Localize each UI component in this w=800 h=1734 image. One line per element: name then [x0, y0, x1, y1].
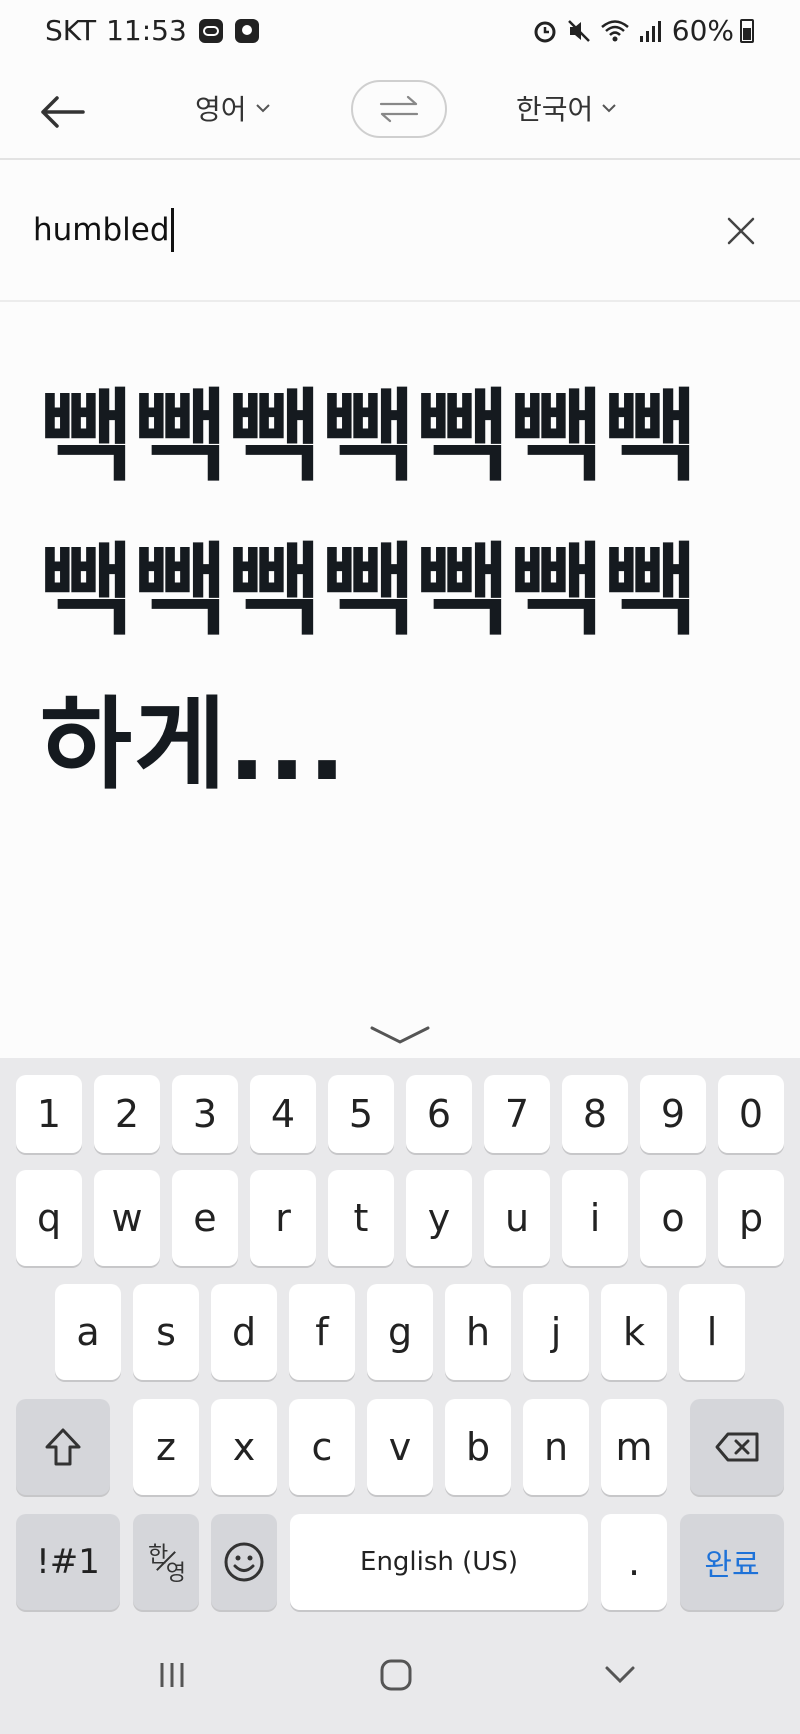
- clear-input-button[interactable]: [720, 210, 762, 252]
- battery-percent: 60%: [671, 14, 734, 47]
- source-language-selector[interactable]: 영어: [195, 88, 271, 128]
- emoji-icon: [224, 1542, 264, 1582]
- key-j[interactable]: j: [523, 1284, 589, 1380]
- alarm-icon: [534, 21, 556, 42]
- symbols-key[interactable]: !#1: [16, 1514, 120, 1610]
- backspace-key[interactable]: [690, 1399, 784, 1495]
- keyboard: 1 2 3 4 5 6 7 8 9 0 q w e r t y u i o p …: [0, 1058, 800, 1615]
- backspace-icon: [715, 1432, 759, 1462]
- status-left: SKT 11:53: [45, 14, 259, 47]
- key-g[interactable]: g: [367, 1284, 433, 1380]
- key-n[interactable]: n: [523, 1399, 589, 1495]
- target-language-label: 한국어: [516, 93, 594, 126]
- key-f[interactable]: f: [289, 1284, 355, 1380]
- key-2[interactable]: 2: [94, 1075, 160, 1153]
- done-key[interactable]: 완료: [680, 1514, 784, 1610]
- chevron-down-icon: [602, 104, 616, 113]
- status-bar: SKT 11:53 60%: [0, 0, 800, 64]
- period-key[interactable]: .: [601, 1514, 667, 1610]
- han-young-label: 한 영: [146, 1537, 186, 1587]
- key-m[interactable]: m: [601, 1399, 667, 1495]
- recent-apps-button[interactable]: [142, 1650, 202, 1700]
- key-w[interactable]: w: [94, 1170, 160, 1266]
- target-language-selector[interactable]: 한국어: [516, 88, 617, 128]
- home-button[interactable]: [366, 1650, 426, 1700]
- shift-icon: [45, 1428, 81, 1466]
- shift-key[interactable]: [16, 1399, 110, 1495]
- key-7[interactable]: 7: [484, 1075, 550, 1153]
- recent-apps-icon: [160, 1663, 184, 1687]
- space-key[interactable]: English (US): [290, 1514, 588, 1610]
- emoji-key[interactable]: [211, 1514, 277, 1610]
- key-0[interactable]: 0: [718, 1075, 784, 1153]
- key-u[interactable]: u: [484, 1170, 550, 1266]
- voicemail-icon: [198, 18, 223, 43]
- key-z[interactable]: z: [133, 1399, 199, 1495]
- key-d[interactable]: d: [211, 1284, 277, 1380]
- close-icon: [727, 217, 755, 245]
- key-5[interactable]: 5: [328, 1075, 394, 1153]
- home-icon: [380, 1659, 412, 1691]
- key-h[interactable]: h: [445, 1284, 511, 1380]
- back-nav-button[interactable]: [590, 1650, 650, 1700]
- chevron-down-icon: [255, 104, 270, 113]
- collapse-keyboard-button[interactable]: [368, 1020, 432, 1050]
- signal-icon: [639, 20, 661, 42]
- key-s[interactable]: s: [133, 1284, 199, 1380]
- source-language-label: 영어: [195, 93, 247, 126]
- han-young-toggle-key[interactable]: 한 영: [133, 1514, 199, 1610]
- key-t[interactable]: t: [328, 1170, 394, 1266]
- key-l[interactable]: l: [679, 1284, 745, 1380]
- source-text-value: humbled: [33, 212, 170, 248]
- key-v[interactable]: v: [367, 1399, 433, 1495]
- key-9[interactable]: 9: [640, 1075, 706, 1153]
- swap-icon: [379, 95, 419, 123]
- key-a[interactable]: a: [55, 1284, 121, 1380]
- key-1[interactable]: 1: [16, 1075, 82, 1153]
- key-q[interactable]: q: [16, 1170, 82, 1266]
- back-button[interactable]: [36, 86, 88, 138]
- battery-icon: [740, 18, 754, 43]
- notification-icon: [234, 18, 259, 43]
- key-x[interactable]: x: [211, 1399, 277, 1495]
- wifi-icon: [600, 19, 629, 41]
- system-navigation-bar: [0, 1615, 800, 1734]
- swap-languages-button[interactable]: [351, 80, 447, 138]
- arrow-left-icon: [41, 96, 85, 128]
- status-right: 60%: [532, 14, 754, 47]
- translator-header: 영어 한국어: [0, 64, 800, 160]
- young-label: 영: [165, 1561, 186, 1586]
- key-p[interactable]: p: [718, 1170, 784, 1266]
- key-i[interactable]: i: [562, 1170, 628, 1266]
- key-6[interactable]: 6: [406, 1075, 472, 1153]
- key-k[interactable]: k: [601, 1284, 667, 1380]
- key-3[interactable]: 3: [172, 1075, 238, 1153]
- key-r[interactable]: r: [250, 1170, 316, 1266]
- key-o[interactable]: o: [640, 1170, 706, 1266]
- key-4[interactable]: 4: [250, 1075, 316, 1153]
- carrier-label: SKT: [45, 14, 97, 47]
- key-b[interactable]: b: [445, 1399, 511, 1495]
- source-text-input[interactable]: humbled: [0, 160, 800, 302]
- key-c[interactable]: c: [289, 1399, 355, 1495]
- key-y[interactable]: y: [406, 1170, 472, 1266]
- source-text-field[interactable]: humbled: [33, 208, 174, 252]
- translation-result: 빽빽빽빽빽빽빽빽빽빽빽빽빽빽하게...: [40, 378, 698, 803]
- text-caret: [170, 208, 174, 252]
- chevron-down-icon: [370, 1026, 430, 1044]
- key-8[interactable]: 8: [562, 1075, 628, 1153]
- key-e[interactable]: e: [172, 1170, 238, 1266]
- chevron-down-icon: [605, 1666, 635, 1684]
- mute-icon: [567, 19, 590, 42]
- clock: 11:53: [106, 14, 187, 47]
